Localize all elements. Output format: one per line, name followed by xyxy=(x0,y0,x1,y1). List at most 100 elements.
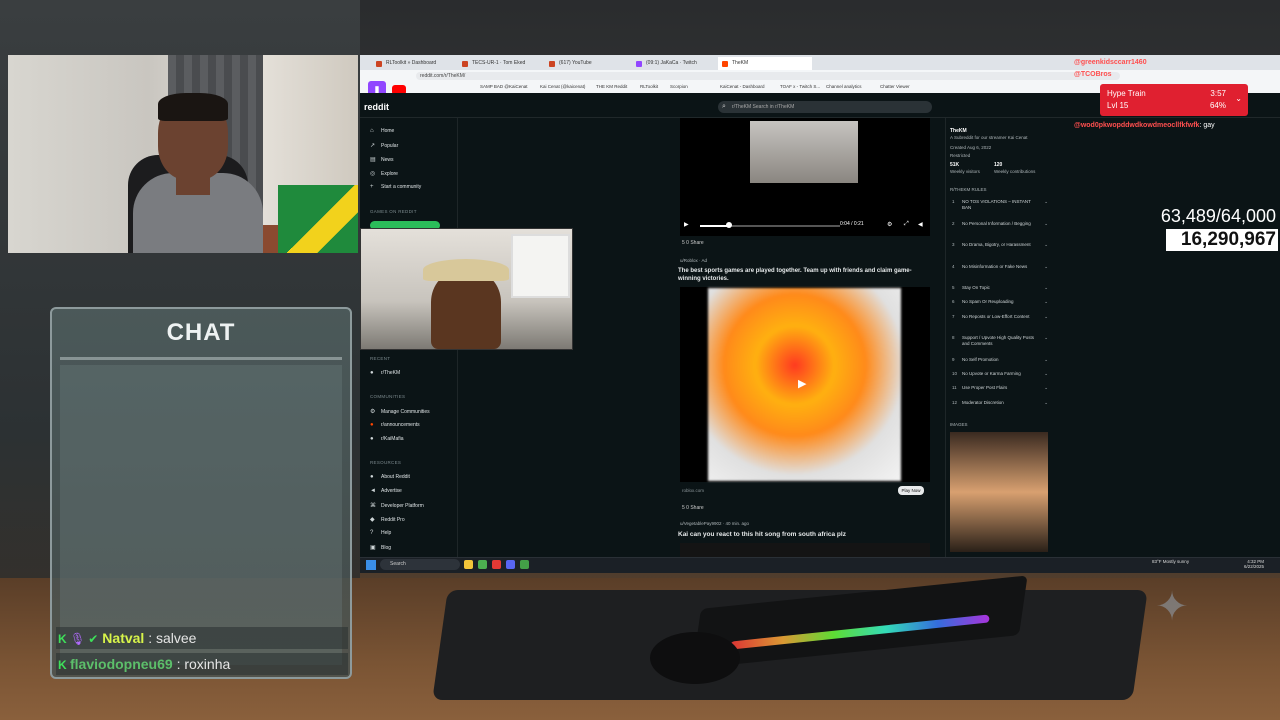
resource-item[interactable]: ◆ Reddit Pro xyxy=(370,516,405,523)
file-explorer-icon[interactable] xyxy=(464,560,473,569)
mic-badge-icon: 🎙 xyxy=(70,632,86,646)
bookmark[interactable]: Kai Cenat (@kaicenat) xyxy=(540,84,585,89)
post-author[interactable]: u/VegetablePay9902 · 40 min. ago xyxy=(680,521,749,526)
play-icon[interactable]: ▶ xyxy=(684,221,689,228)
browser-tab[interactable]: (617) YouTube xyxy=(545,57,639,70)
reddit-icon: ● xyxy=(370,422,374,428)
rule-item[interactable]: 9 No Self Promotion ⌄ xyxy=(952,357,1048,363)
post-title[interactable]: Kai can you react to this hit song from … xyxy=(678,531,846,538)
play-now-button[interactable]: Play Now xyxy=(898,486,924,495)
chat-text: : salvee xyxy=(148,630,197,646)
fullscreen-icon[interactable]: ⤢ xyxy=(904,221,909,228)
chat-message: K 🎙 ✔ Natval : salvee xyxy=(56,627,348,649)
news-icon: ▤ xyxy=(370,157,376,163)
rule-item[interactable]: 11 Use Proper Post Flairs ⌄ xyxy=(952,385,1048,391)
community-item[interactable]: ● r/KaiMafia xyxy=(370,436,404,442)
chat-username: flaviodopneu69 xyxy=(70,656,173,672)
post-actions[interactable]: 5 0 Share xyxy=(682,505,704,511)
subreddit-created: Created Aug 6, 2022 xyxy=(950,145,992,150)
reddit-search-input[interactable]: ⌕ r/TheKM Search in r/TheKM xyxy=(718,101,932,113)
chevron-down-icon[interactable]: ⌄ xyxy=(1235,94,1242,103)
overlay-chat-message: @TCOBros xyxy=(1074,71,1112,78)
rule-item[interactable]: 6 No Spam Or Reuploading ⌄ xyxy=(952,299,1048,305)
pip-person xyxy=(431,271,501,349)
rule-item[interactable]: 1 NO TOS VIOLATIONS – INSTANT BAN ⌄ xyxy=(952,199,1048,211)
bookmark[interactable]: Scorpion xyxy=(670,84,688,89)
resources-heading: RESOURCES xyxy=(370,460,402,465)
verified-badge-icon: ✔ xyxy=(88,632,99,646)
rule-item[interactable]: 3 No Drama, Bigotry, or Harassment ⌄ xyxy=(952,242,1048,248)
settings-icon[interactable]: ⚙ xyxy=(887,221,892,228)
chrome-icon[interactable] xyxy=(520,560,529,569)
rule-item[interactable]: 4 No Misinformation or Fake News ⌄ xyxy=(952,264,1048,270)
play-icon[interactable]: ▶ xyxy=(798,377,810,390)
ad-title[interactable]: The best sports games are played togethe… xyxy=(678,267,928,283)
discord-icon[interactable] xyxy=(506,560,515,569)
manage-communities[interactable]: ⚙ Manage Communities xyxy=(370,408,430,415)
chrome-icon[interactable] xyxy=(478,560,487,569)
reddit-logo[interactable]: reddit xyxy=(364,102,389,112)
volume-icon[interactable]: ◀ xyxy=(918,221,923,228)
chat-title: CHAT xyxy=(166,319,236,346)
bookmark[interactable]: KaiCenat - Dashboard xyxy=(720,84,765,89)
nav-explore[interactable]: ◎ Explore xyxy=(370,170,398,177)
subreddit-image[interactable] xyxy=(950,432,1048,552)
weekly-visitors-value: 51K xyxy=(950,162,960,168)
subreddit-restricted: Restricted xyxy=(950,153,971,158)
windows-start-icon[interactable] xyxy=(366,560,376,570)
rule-item[interactable]: 7 No Reposts or Low-Effort Content ⌄ xyxy=(952,314,1048,320)
hype-train-title: Hype Train xyxy=(1107,89,1146,98)
rule-item[interactable]: 8 Support / Upvote High Quality Posts and… xyxy=(952,335,1048,347)
browser-tab[interactable]: RLToolkit » Dashboard xyxy=(372,57,466,70)
subreddit-icon: ● xyxy=(370,370,374,376)
nav-popular[interactable]: ↗ Popular xyxy=(370,142,398,149)
hype-train-percent: 64% xyxy=(1209,101,1226,110)
hype-train-widget[interactable]: Hype Train Lvl 15 3:57 64% ⌄ xyxy=(1100,84,1248,116)
url-field[interactable]: reddit.com/r/TheKM/ xyxy=(416,72,1120,80)
video-scrubber[interactable] xyxy=(726,222,732,228)
nav-start-community[interactable]: + Start a community xyxy=(370,184,421,190)
rule-item[interactable]: 5 Stay On Topic ⌄ xyxy=(952,285,1048,291)
bookmark[interactable]: RLToolkit xyxy=(640,84,658,89)
rule-item[interactable]: 12 Moderator Discretion ⌄ xyxy=(952,400,1048,406)
games-heading: GAMES ON REDDIT xyxy=(370,209,417,214)
recent-item[interactable]: ● r/TheKM xyxy=(370,370,400,376)
community-item[interactable]: ● r/announcements xyxy=(370,422,420,428)
rule-item[interactable]: 10 No Upvote or Karma Farming ⌄ xyxy=(952,371,1048,377)
taskbar-search[interactable]: Search xyxy=(380,559,460,570)
bookmark[interactable]: THE KM Reddit xyxy=(596,84,627,89)
subreddit-description: A Subreddit for our streamer Kai Cenat xyxy=(950,135,1028,140)
bookmark[interactable]: SAMP BAD @KaiCenat xyxy=(480,84,528,89)
taskbar-weather[interactable]: 83°F Mostly sunny xyxy=(1152,559,1189,564)
sub-goal: 63,489/64,000 xyxy=(1160,206,1276,226)
webcam-feed xyxy=(8,55,358,253)
chevron-down-icon: ⌄ xyxy=(1044,314,1048,319)
hype-train-level: Lvl 15 xyxy=(1107,101,1129,110)
nav-home[interactable]: ⌂ Home xyxy=(370,128,394,134)
browser-tab-active[interactable]: TheKM xyxy=(718,57,812,70)
browser-tab[interactable]: (09:1) JaKaCa · Twitch xyxy=(632,57,726,70)
app-icon[interactable] xyxy=(492,560,501,569)
hype-train-timer: 3:57 xyxy=(1210,89,1226,98)
chevron-down-icon: ⌄ xyxy=(1044,242,1048,247)
resource-item[interactable]: ⌘ Developer Platform xyxy=(370,502,424,509)
nav-news[interactable]: ▤ News xyxy=(370,156,394,163)
chevron-down-icon: ⌄ xyxy=(1044,221,1048,226)
resource-item[interactable]: ? Help xyxy=(370,530,391,536)
chevron-down-icon: ⌄ xyxy=(1044,400,1048,405)
chat-username: Natval xyxy=(102,630,145,646)
bookmark[interactable]: TOAF x - Twitch S... xyxy=(780,84,820,89)
browser-tab[interactable]: TECS-UR-1 · Tom Eked xyxy=(458,57,552,70)
resource-item[interactable]: ▣ Blog xyxy=(370,544,391,551)
post-actions[interactable]: 5 0 Share xyxy=(682,240,704,246)
video-time: 0:04 / 0:21 xyxy=(840,221,864,227)
bookmark[interactable]: Chatter Viewer xyxy=(880,84,910,89)
rule-item[interactable]: 2 No Personal Information / Begging ⌄ xyxy=(952,221,1048,227)
ad-domain[interactable]: roblox.com xyxy=(682,488,704,493)
bookmark[interactable]: Channel analytics xyxy=(826,84,862,89)
resource-item[interactable]: ◄ Advertise xyxy=(370,488,402,494)
taskbar-clock[interactable]: 4:32 PM 6/22/2025 xyxy=(1244,559,1264,569)
code-icon: ⌘ xyxy=(370,503,376,509)
plus-icon: + xyxy=(370,184,374,190)
resource-item[interactable]: ● About Reddit xyxy=(370,474,410,480)
